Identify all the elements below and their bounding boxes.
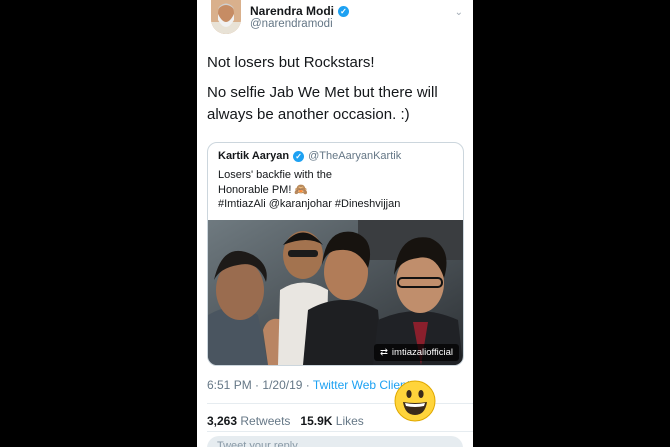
quoted-text-line-1: Losers' backfie with the: [218, 169, 332, 181]
avatar-image: [211, 0, 241, 34]
quoted-text: Losers' backfie with the Honorable PM! 🙈…: [218, 168, 438, 212]
meta-separator: ·: [255, 378, 260, 392]
quoted-author-handle: @TheAaryanKartik: [308, 150, 402, 162]
tweet-text-line-2: No selfie Jab We Met but there will alwa…: [207, 84, 438, 123]
tweet-time: 6:51 PM: [207, 378, 252, 392]
chevron-down-icon[interactable]: ⌄: [455, 7, 463, 18]
tweet-date[interactable]: 1/20/19: [262, 378, 302, 392]
author-name[interactable]: Narendra Modi ✓: [250, 4, 350, 18]
quoted-author: Kartik Aaryan ✓ @TheAaryanKartik: [218, 150, 401, 162]
reply-input[interactable]: Tweet your reply: [207, 436, 463, 447]
repost-icon: ⇄: [379, 347, 388, 358]
grinning-face-emoji-icon: [394, 380, 436, 422]
author-handle[interactable]: @narendramodi: [250, 18, 333, 30]
author-name-text[interactable]: Narendra Modi: [250, 4, 334, 18]
tweet-text-line-1: Not losers but Rockstars!: [207, 54, 375, 71]
retweets-label[interactable]: Retweets: [240, 414, 290, 428]
tweet-card: Narendra Modi ✓ @narendramodi ⌄ Not lose…: [197, 0, 473, 447]
tweet-text: Not losers but Rockstars! No selfie Jab …: [207, 52, 467, 134]
quoted-tweet[interactable]: Kartik Aaryan ✓ @TheAaryanKartik Losers'…: [207, 142, 464, 366]
verified-badge-icon: ✓: [293, 150, 305, 162]
quoted-text-line-3: #ImtiazAli @karanjohar #Dineshvijjan: [218, 198, 401, 210]
verified-badge-icon: ✓: [338, 5, 350, 17]
quoted-text-line-2: Honorable PM! 🙈: [218, 183, 309, 196]
photo-credit-tag[interactable]: ⇄ imtiazaliofficial: [373, 344, 459, 361]
likes-count[interactable]: 15.9K: [300, 414, 332, 428]
author-avatar[interactable]: [211, 0, 241, 34]
retweets-count[interactable]: 3,263: [207, 414, 237, 428]
divider: [207, 431, 473, 432]
photo-credit-text: imtiazaliofficial: [391, 347, 453, 358]
tweet-meta: 6:51 PM · 1/20/19 · Twitter Web Client: [207, 378, 410, 392]
meta-separator: ·: [305, 378, 310, 392]
quoted-author-name: Kartik Aaryan: [218, 150, 290, 162]
quoted-photo[interactable]: ⇄ imtiazaliofficial: [208, 220, 463, 365]
likes-label[interactable]: Likes: [336, 414, 364, 428]
tweet-stats: 3,263 Retweets 15.9K Likes: [207, 414, 364, 428]
